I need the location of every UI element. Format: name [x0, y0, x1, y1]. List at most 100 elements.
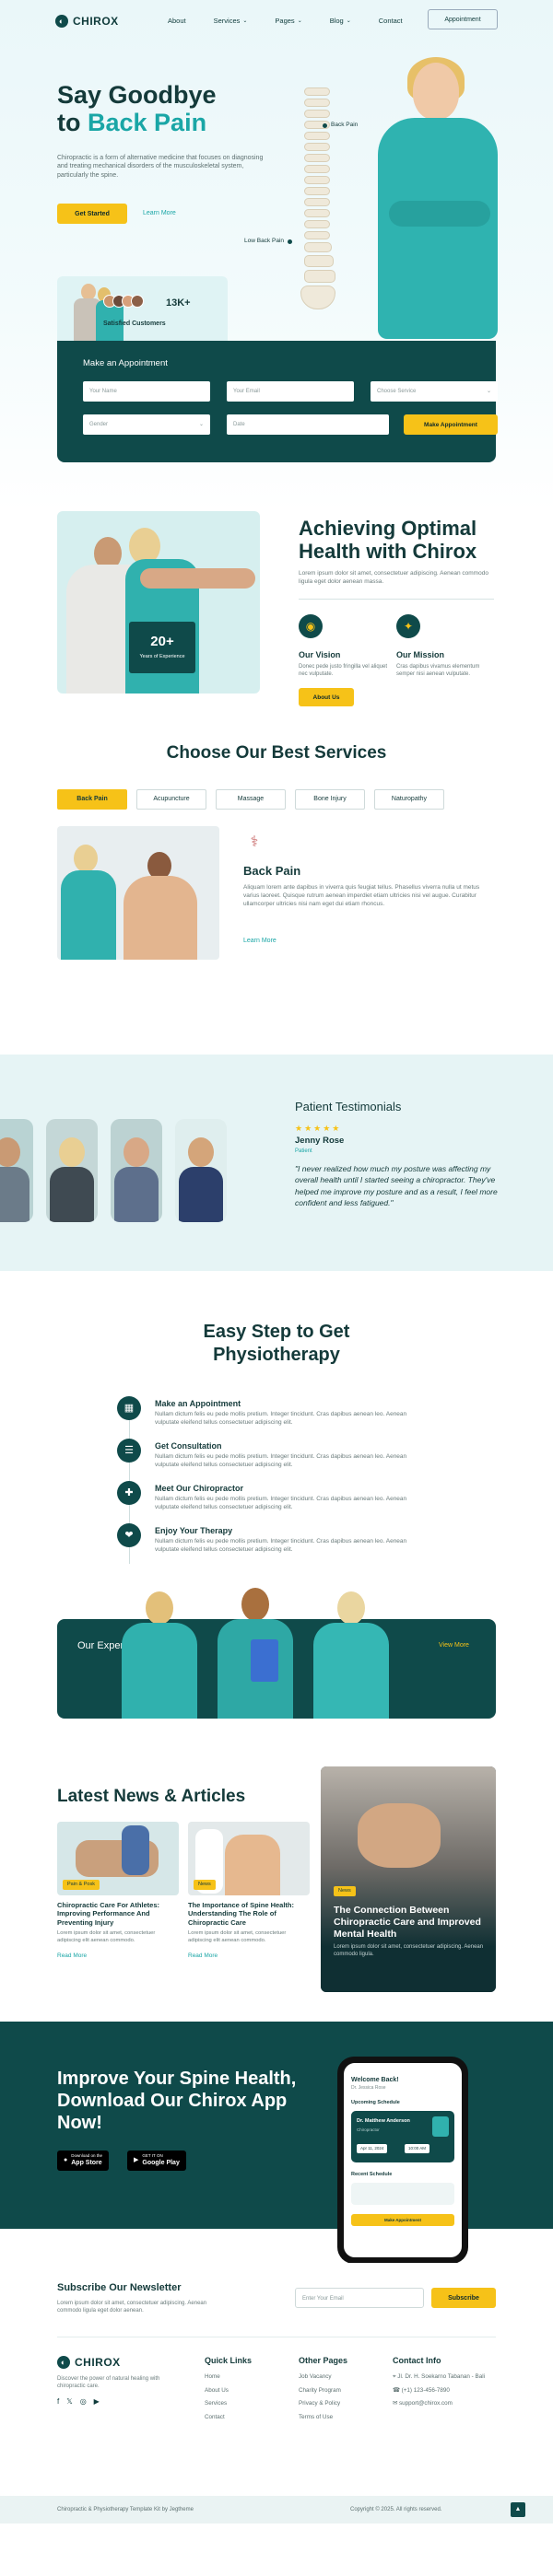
tab-massage[interactable]: Massage [216, 789, 286, 810]
news-tag: News [194, 1879, 216, 1890]
logo-icon: ◐ [55, 15, 68, 28]
nav-blog[interactable]: Blog ⌄ [330, 17, 351, 26]
step-title: Enjoy Your Therapy [155, 1526, 233, 1535]
step-title: Make an Appointment [155, 1399, 241, 1408]
footer-link[interactable]: Privacy & Policy [299, 2400, 347, 2408]
spine-icon: ⚕ [250, 834, 259, 851]
nav-pages[interactable]: Pages ⌄ [275, 17, 301, 26]
read-more-link[interactable]: Read More [188, 1952, 310, 1961]
hero-paragraph: Chiropractic is a form of alternative me… [57, 155, 264, 179]
nav-services[interactable]: Services ⌄ [214, 17, 248, 26]
news-card-text: Lorem ipsum dolor sit amet, consectetuer… [57, 1930, 156, 1943]
news-section: Latest News & Articles Pain & Posk Chiro… [0, 1741, 553, 2022]
phone-sub: Dr. Jessica Rose [351, 2085, 386, 2091]
testimonials-title: Patient Testimonials [295, 1100, 402, 1113]
tab-naturopathy[interactable]: Naturopathy [374, 789, 444, 810]
testimonial-role: Patient [295, 1148, 312, 1154]
doctor-icon: ✚ [117, 1481, 141, 1505]
twitter-icon[interactable]: 𝕏 [66, 2397, 72, 2407]
footer-link[interactable]: Job Vacancy [299, 2373, 347, 2382]
footer-link[interactable]: Terms of Use [299, 2414, 347, 2422]
phone-upcoming: Upcoming Schedule [351, 2100, 400, 2105]
footer-section: Subscribe Our Newsletter Lorem ipsum dol… [0, 2263, 553, 2524]
step-text: Nullam dictum felis eu pede mollis preti… [155, 1496, 407, 1510]
phone-date: Apr 11, 2024 [357, 2144, 388, 2154]
gender-select[interactable]: Gender ⌄ [83, 414, 210, 435]
about-paragraph: Lorem ipsum dolor sit amet, consectetuer… [299, 570, 488, 585]
app-store-button[interactable]: ● Download on the App Store [57, 2151, 110, 2171]
service-learn-more-link[interactable]: Learn More [243, 937, 276, 945]
service-title: Back Pain [243, 864, 301, 878]
logo-text: CHIROX [73, 14, 119, 28]
instagram-icon[interactable]: ◎ [80, 2397, 87, 2407]
date-input[interactable]: Date [227, 414, 389, 435]
footer-link[interactable]: Home [205, 2373, 252, 2382]
newsletter-email-input[interactable]: Enter Your Email [295, 2288, 424, 2308]
service-image [57, 826, 219, 960]
footer-logo[interactable]: ◐ CHIROX [57, 2355, 121, 2370]
logo[interactable]: ◐ CHIROX [55, 14, 119, 29]
news-card[interactable]: News The Importance of Spine Health: Und… [188, 1822, 310, 1961]
learn-more-link[interactable]: Learn More [143, 209, 176, 217]
youtube-icon[interactable]: ▶ [94, 2397, 100, 2407]
appointment-button[interactable]: Appointment [428, 9, 498, 29]
testimonial-photos [0, 1119, 227, 1222]
footer-link[interactable]: Charity Program [299, 2387, 347, 2395]
tab-bone-injury[interactable]: Bone Injury [295, 789, 365, 810]
view-more-link[interactable]: View More [439, 1641, 469, 1649]
mission-title: Our Mission [396, 650, 445, 659]
mail-icon: ✉ [393, 2400, 400, 2407]
testimonial-quote: "I never realized how much my posture wa… [295, 1164, 498, 1207]
apple-icon: ● [64, 2157, 68, 2164]
email-input[interactable]: Your Email [227, 381, 354, 402]
google-play-button[interactable]: ▶ GET IT ON Google Play [127, 2151, 186, 2171]
patient-photo [46, 1119, 98, 1222]
footer-link[interactable]: About Us [205, 2387, 252, 2395]
phone-mockup: Welcome Back! Dr. Jessica Rose Upcoming … [337, 2057, 468, 2263]
step-text: Nullam dictum felis eu pede mollis preti… [155, 1411, 407, 1426]
news-card[interactable]: Pain & Posk Chiropractic Care For Athlet… [57, 1822, 179, 1961]
quick-links: Quick Links Home About Us Services Conta… [205, 2356, 253, 2422]
get-started-button[interactable]: Get Started [57, 204, 127, 224]
nav-about[interactable]: About [168, 17, 186, 26]
featured-news-card[interactable]: News The Connection Between Chiropractic… [321, 1766, 496, 1992]
customer-avatars [103, 295, 144, 308]
step-text: Nullam dictum felis eu pede mollis preti… [155, 1538, 407, 1553]
patient-photo [0, 1119, 33, 1222]
phone-time: 10:00 AM [405, 2144, 430, 2154]
services-section: Choose Our Best Services Back Pain Acupu… [0, 741, 553, 1022]
make-appointment-button[interactable]: Make Appointment [404, 414, 498, 435]
back-to-top-icon[interactable]: ▲ [511, 2502, 525, 2517]
nav-contact[interactable]: Contact [379, 17, 403, 26]
steps-title: Easy Step to Get Physiotherapy [203, 1322, 350, 1365]
news-card-title: Chiropractic Care For Athletes: Improvin… [57, 1901, 159, 1927]
expert-photo [310, 1591, 393, 1719]
footer-link[interactable]: Contact [205, 2414, 252, 2422]
about-title: Achieving Optimal Health with Chirox [299, 517, 477, 564]
news-title: Latest News & Articles [57, 1787, 246, 1806]
about-us-button[interactable]: About Us [299, 688, 354, 706]
facebook-icon[interactable]: f [57, 2397, 59, 2407]
footer-link[interactable]: Services [205, 2400, 252, 2408]
satisfied-card [57, 276, 228, 350]
read-more-link[interactable]: Read More [57, 1952, 179, 1961]
back-pain-label: Back Pain [323, 122, 358, 130]
hero-section: ◐ CHIROX About Services ⌄ Pages ⌄ Blog ⌄ Co… [0, 0, 553, 511]
low-back-pain-label: Low Back Pain [244, 238, 292, 246]
customer-count: 13K+ [166, 297, 191, 309]
name-input[interactable]: Your Name [83, 381, 210, 402]
navbar: ◐ CHIROX About Services ⌄ Pages ⌄ Blog ⌄ Co… [55, 9, 498, 33]
service-select[interactable]: Choose Service ⌄ [371, 381, 498, 402]
chevron-down-icon: ⌄ [486, 388, 491, 394]
featured-news-text: Lorem ipsum dolor sit amet, consectetuer… [334, 1944, 484, 1958]
tab-back-pain[interactable]: Back Pain [57, 789, 127, 810]
about-section: 20+ Years of Experience Achieving Optima… [0, 511, 553, 714]
app-section: Improve Your Spine Health, Download Our … [0, 2022, 553, 2263]
vision-text: Donec pede justo fringilla vel aliquet n… [299, 664, 388, 678]
patient-photo [175, 1119, 227, 1222]
subscribe-button[interactable]: Subscribe [431, 2288, 496, 2308]
years-badge: 20+ Years of Experience [129, 622, 195, 673]
tab-acupuncture[interactable]: Acupuncture [136, 789, 206, 810]
experts-section: Our Experts View More [0, 1575, 553, 1741]
featured-news-title: The Connection Between Chiropractic Care… [334, 1905, 481, 1941]
